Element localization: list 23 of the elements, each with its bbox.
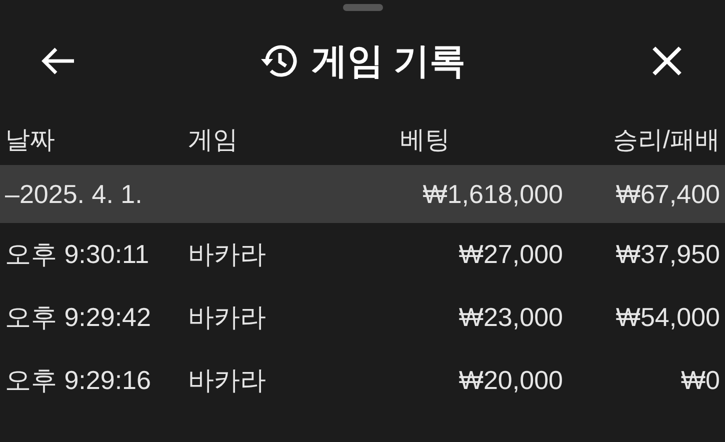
result-cell: ₩54,000 xyxy=(616,302,720,333)
history-icon xyxy=(259,43,298,79)
bet-cell: ₩27,000 xyxy=(458,239,563,270)
column-header: 게임 xyxy=(188,124,238,156)
game-cell-text: 바카라 xyxy=(188,301,266,334)
result-cell: ₩0 xyxy=(681,365,720,396)
bet-cell: ₩20,000 xyxy=(458,365,563,396)
time-cell-text: 오후 9:29:42 xyxy=(5,301,151,334)
bet-total-cell: ₩1,618,000 xyxy=(422,178,563,210)
time-cell-text: 오후 9:30:11 xyxy=(5,238,150,271)
time-cell-text: 오후 9:29:16 xyxy=(5,364,151,397)
date-cell: –2025. 4. 1. xyxy=(5,178,142,210)
result-total-cell: ₩67,400 xyxy=(616,178,720,210)
date-group-row[interactable]: –2025. 4. 1. ₩1,618,000 ₩67,400 xyxy=(0,165,725,223)
column-header: 날짜 xyxy=(5,124,55,156)
result-cell: ₩37,950 xyxy=(616,239,720,270)
drag-handle[interactable] xyxy=(342,4,382,11)
column-header: 승리/패배 xyxy=(613,124,720,156)
column-header: 베팅 xyxy=(399,124,450,156)
game-cell-text: 바카라 xyxy=(188,364,266,397)
window-title: 게임 기록 xyxy=(311,38,466,82)
bet-cell: ₩23,000 xyxy=(458,302,563,333)
game-cell-text: 바카라 xyxy=(188,238,266,271)
